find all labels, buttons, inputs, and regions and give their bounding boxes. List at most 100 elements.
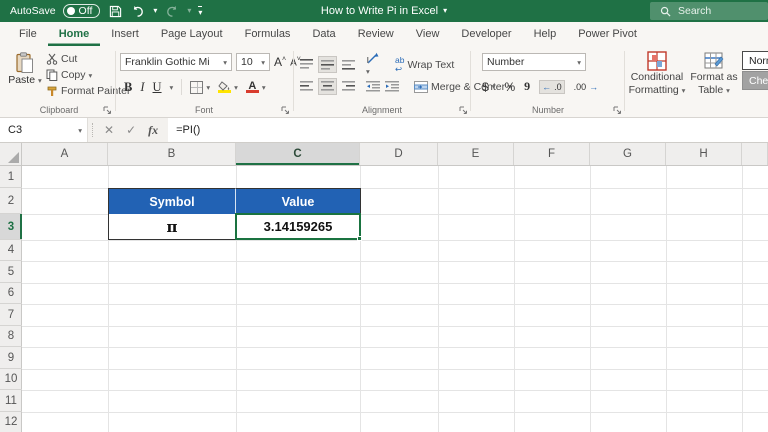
enter-icon[interactable]: ✓ xyxy=(126,123,136,137)
tab-home[interactable]: Home xyxy=(48,23,101,46)
cell-b2[interactable]: Symbol xyxy=(108,188,236,214)
style-check-cell[interactable]: Check Cell xyxy=(742,71,768,90)
align-bottom-icon[interactable] xyxy=(342,59,355,70)
column-header-f[interactable]: F xyxy=(514,143,590,165)
tab-help[interactable]: Help xyxy=(523,23,568,46)
align-right-icon[interactable] xyxy=(342,81,355,92)
cf-label-2: Formatting xyxy=(629,84,679,96)
tab-data[interactable]: Data xyxy=(301,23,346,46)
paste-dropdown-icon[interactable]: ▾ xyxy=(38,76,42,85)
cell-c2[interactable]: Value xyxy=(236,188,361,214)
comma-style-button[interactable]: 9 xyxy=(524,79,530,94)
wrap-text-button[interactable]: ab↩ Wrap Text xyxy=(395,56,454,73)
row-header-11[interactable]: 11 xyxy=(0,390,22,412)
tab-file[interactable]: File xyxy=(8,23,48,46)
row-header-12[interactable]: 12 xyxy=(0,412,22,432)
column-header-h[interactable]: H xyxy=(666,143,742,165)
percent-style-button[interactable]: % xyxy=(504,80,515,94)
tab-developer[interactable]: Developer xyxy=(450,23,522,46)
group-separator xyxy=(115,51,116,111)
column-header-g[interactable]: G xyxy=(590,143,666,165)
undo-icon[interactable] xyxy=(130,3,146,19)
cancel-icon[interactable]: ✕ xyxy=(104,123,114,137)
paste-button[interactable]: Paste ▾ xyxy=(8,52,42,86)
row-header-3[interactable]: 3 xyxy=(0,214,22,240)
conditional-formatting-button[interactable]: ConditionalFormatting ▾ xyxy=(628,51,686,97)
grow-font-button[interactable]: A˄ xyxy=(274,55,286,69)
fat-label-2: Table xyxy=(698,84,723,96)
select-all-button[interactable] xyxy=(0,143,22,165)
clipboard-dialog-launcher-icon[interactable] xyxy=(103,106,112,115)
name-box[interactable]: C3 ▾ xyxy=(0,118,88,142)
cell-b3[interactable]: π xyxy=(108,214,236,240)
font-size-select[interactable]: 10▾ xyxy=(236,53,270,71)
cell-c3[interactable]: 3.14159265 xyxy=(236,214,361,240)
tab-power-pivot[interactable]: Power Pivot xyxy=(567,23,648,46)
tab-page-layout[interactable]: Page Layout xyxy=(150,23,234,46)
style-normal[interactable]: Normal xyxy=(742,51,768,70)
decrease-decimal-button[interactable]: .00→ xyxy=(574,82,599,92)
tab-formulas[interactable]: Formulas xyxy=(234,23,302,46)
save-icon[interactable] xyxy=(107,3,123,19)
column-header-a[interactable]: A xyxy=(22,143,108,165)
align-center-icon[interactable] xyxy=(318,78,337,95)
row-header-5[interactable]: 5 xyxy=(0,261,22,283)
undo-dropdown-icon[interactable]: ▾ xyxy=(153,7,157,15)
copy-icon xyxy=(46,69,58,81)
accounting-format-button[interactable]: $▾ xyxy=(482,80,495,94)
number-format-select[interactable]: Number▾ xyxy=(482,53,586,71)
tab-insert[interactable]: Insert xyxy=(100,23,150,46)
underline-dropdown-icon[interactable]: ▾ xyxy=(170,83,174,92)
increase-decimal-button[interactable]: ←.0 xyxy=(539,80,565,94)
row-header-4[interactable]: 4 xyxy=(0,240,22,261)
format-as-table-button[interactable]: Format asTable ▾ xyxy=(688,51,740,97)
tab-view[interactable]: View xyxy=(405,23,451,46)
cut-icon xyxy=(46,53,58,65)
orientation-button[interactable]: ▾ xyxy=(366,52,380,77)
fill-color-button[interactable]: ▾ xyxy=(218,81,238,93)
row-header-9[interactable]: 9 xyxy=(0,347,22,369)
currency-dropdown-icon: ▾ xyxy=(492,82,496,91)
italic-button[interactable]: I xyxy=(140,80,144,95)
column-header-d[interactable]: D xyxy=(360,143,438,165)
alignment-dialog-launcher-icon[interactable] xyxy=(459,106,468,115)
column-headers: A B C D E F G H xyxy=(0,143,768,166)
row-header-10[interactable]: 10 xyxy=(0,369,22,390)
row-header-1[interactable]: 1 xyxy=(0,166,22,188)
font-color-button[interactable]: A ▾ xyxy=(246,81,266,93)
sheet-grid[interactable]: 1 2 3 4 5 6 7 8 9 10 11 12 Symbol Value … xyxy=(0,166,768,432)
font-name-select[interactable]: Franklin Gothic Mi▾ xyxy=(120,53,232,71)
redo-dropdown-icon: ▾ xyxy=(187,7,191,15)
increase-indent-icon[interactable] xyxy=(385,81,399,92)
row-header-6[interactable]: 6 xyxy=(0,283,22,304)
quick-access-toolbar-icon[interactable]: ▾ xyxy=(198,6,202,17)
number-dialog-launcher-icon[interactable] xyxy=(613,106,622,115)
underline-button[interactable]: U xyxy=(153,80,162,95)
decrease-decimal-arrow-icon: → xyxy=(589,82,598,92)
align-middle-icon[interactable] xyxy=(318,56,337,73)
column-header-partial[interactable] xyxy=(742,143,768,165)
row-header-2[interactable]: 2 xyxy=(0,188,22,214)
font-dialog-launcher-icon[interactable] xyxy=(281,106,290,115)
autosave-toggle[interactable]: Off xyxy=(63,4,101,18)
number-group-label: Number xyxy=(474,105,622,115)
bold-button[interactable]: B xyxy=(124,80,132,95)
row-header-7[interactable]: 7 xyxy=(0,304,22,326)
name-box-dropdown-icon[interactable]: ▾ xyxy=(78,126,82,135)
title-dropdown-icon[interactable]: ▾ xyxy=(443,7,447,15)
align-left-icon[interactable] xyxy=(300,81,313,92)
align-top-icon[interactable] xyxy=(300,59,313,70)
font-color-dropdown-icon: ▾ xyxy=(262,83,266,92)
borders-button[interactable]: ▾ xyxy=(190,81,210,94)
decrease-indent-icon[interactable] xyxy=(366,81,380,92)
column-header-c[interactable]: C xyxy=(236,143,360,165)
copy-dropdown-icon[interactable]: ▾ xyxy=(89,71,93,80)
search-box[interactable]: Search xyxy=(650,2,768,20)
formula-input[interactable]: =PI() xyxy=(168,118,768,142)
column-header-b[interactable]: B xyxy=(108,143,236,165)
tab-review[interactable]: Review xyxy=(347,23,405,46)
row-header-8[interactable]: 8 xyxy=(0,326,22,347)
insert-function-icon[interactable]: fx xyxy=(148,123,158,138)
column-header-e[interactable]: E xyxy=(438,143,514,165)
format-as-table-icon xyxy=(704,51,724,71)
